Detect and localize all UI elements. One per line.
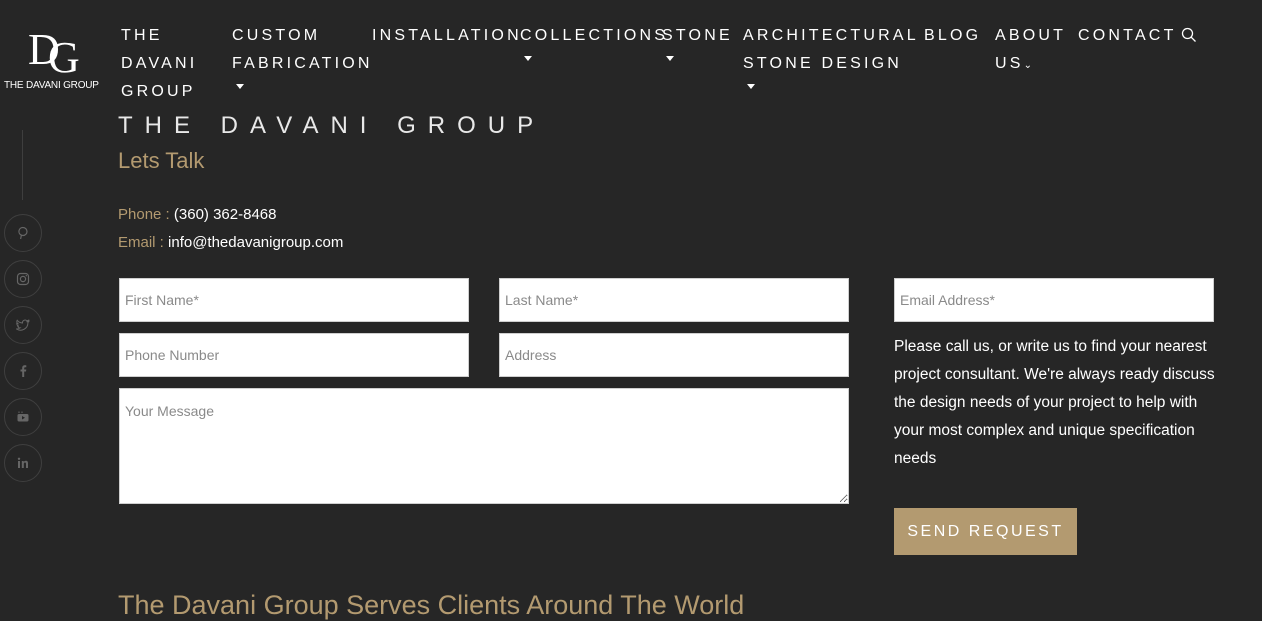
phone-link[interactable]: (360) 362-8468 bbox=[174, 206, 277, 223]
nav-item-installation[interactable]: INSTALLATION bbox=[372, 22, 522, 50]
nav-label: BLOG bbox=[924, 27, 982, 44]
logo-letter-g: G bbox=[48, 33, 80, 82]
youtube-link[interactable] bbox=[4, 398, 42, 436]
lets-talk-heading: Lets Talk bbox=[118, 148, 205, 173]
phone-line: Phone : (360) 362-8468 bbox=[118, 206, 276, 223]
instagram-icon bbox=[16, 272, 30, 286]
email-link[interactable]: info@thedavanigroup.com bbox=[168, 234, 343, 251]
nav-item-custom-fabrication[interactable]: CUSTOM FABRICATION bbox=[232, 22, 370, 89]
logo-monogram: D G bbox=[4, 26, 104, 82]
caret-down-icon bbox=[747, 84, 755, 89]
search-icon[interactable] bbox=[1181, 27, 1197, 43]
message-textarea[interactable] bbox=[119, 388, 849, 504]
phone-label: Phone : bbox=[118, 206, 174, 223]
nav-label: CONTACT bbox=[1078, 27, 1177, 44]
caret-down-icon bbox=[666, 56, 674, 61]
nav-label: THE DAVANI GROUP bbox=[121, 27, 198, 100]
send-request-button[interactable]: SEND REQUEST bbox=[894, 508, 1077, 555]
caret-down-icon bbox=[524, 56, 532, 61]
nav-item-about-us[interactable]: ABOUT US⌄ bbox=[995, 22, 1067, 80]
nav-label: COLLECTIONS bbox=[520, 27, 669, 44]
nav-item-collections[interactable]: COLLECTIONS bbox=[520, 22, 668, 61]
facebook-link[interactable] bbox=[4, 352, 42, 390]
youtube-icon bbox=[17, 411, 29, 422]
site-logo[interactable]: D G THE DAVANI GROUP bbox=[4, 26, 104, 92]
brand-heading: THE DAVANI GROUP bbox=[118, 112, 546, 139]
nav-item-architectural-stone-design[interactable]: ARCHITECTURAL STONE DESIGN bbox=[743, 22, 915, 89]
nav-label: INSTALLATION bbox=[372, 27, 522, 44]
pinterest-icon bbox=[18, 226, 28, 240]
linkedin-icon bbox=[17, 457, 28, 468]
first-name-input[interactable] bbox=[119, 278, 469, 322]
twitter-link[interactable] bbox=[4, 306, 42, 344]
last-name-input[interactable] bbox=[499, 278, 849, 322]
nav-item-blog[interactable]: BLOG bbox=[924, 22, 981, 50]
nav-item-contact[interactable]: CONTACT bbox=[1078, 22, 1177, 50]
linkedin-link[interactable] bbox=[4, 444, 42, 482]
caret-down-icon bbox=[236, 84, 244, 89]
instagram-link[interactable] bbox=[4, 260, 42, 298]
nav-label: CUSTOM FABRICATION bbox=[232, 27, 373, 72]
email-input[interactable] bbox=[894, 278, 1214, 322]
chevron-down-icon: ⌄ bbox=[1023, 60, 1033, 71]
nav-label: ARCHITECTURAL STONE DESIGN bbox=[743, 27, 919, 72]
phone-input[interactable] bbox=[119, 333, 469, 377]
nav-label: STONE bbox=[662, 27, 733, 44]
email-line: Email : info@thedavanigroup.com bbox=[118, 234, 343, 251]
facebook-icon bbox=[20, 365, 27, 377]
contact-info-text: Please call us, or write us to find your… bbox=[894, 338, 1215, 467]
address-input[interactable] bbox=[499, 333, 849, 377]
email-label: Email : bbox=[118, 234, 169, 251]
sidebar-divider bbox=[22, 130, 23, 200]
nav-item-stone[interactable]: STONE bbox=[662, 22, 733, 61]
nav-item-the-davani-group[interactable]: THE DAVANI GROUP bbox=[121, 22, 201, 106]
twitter-icon bbox=[16, 319, 30, 331]
pinterest-link[interactable] bbox=[4, 214, 42, 252]
serves-clients-heading: The Davani Group Serves Clients Around T… bbox=[118, 590, 745, 620]
